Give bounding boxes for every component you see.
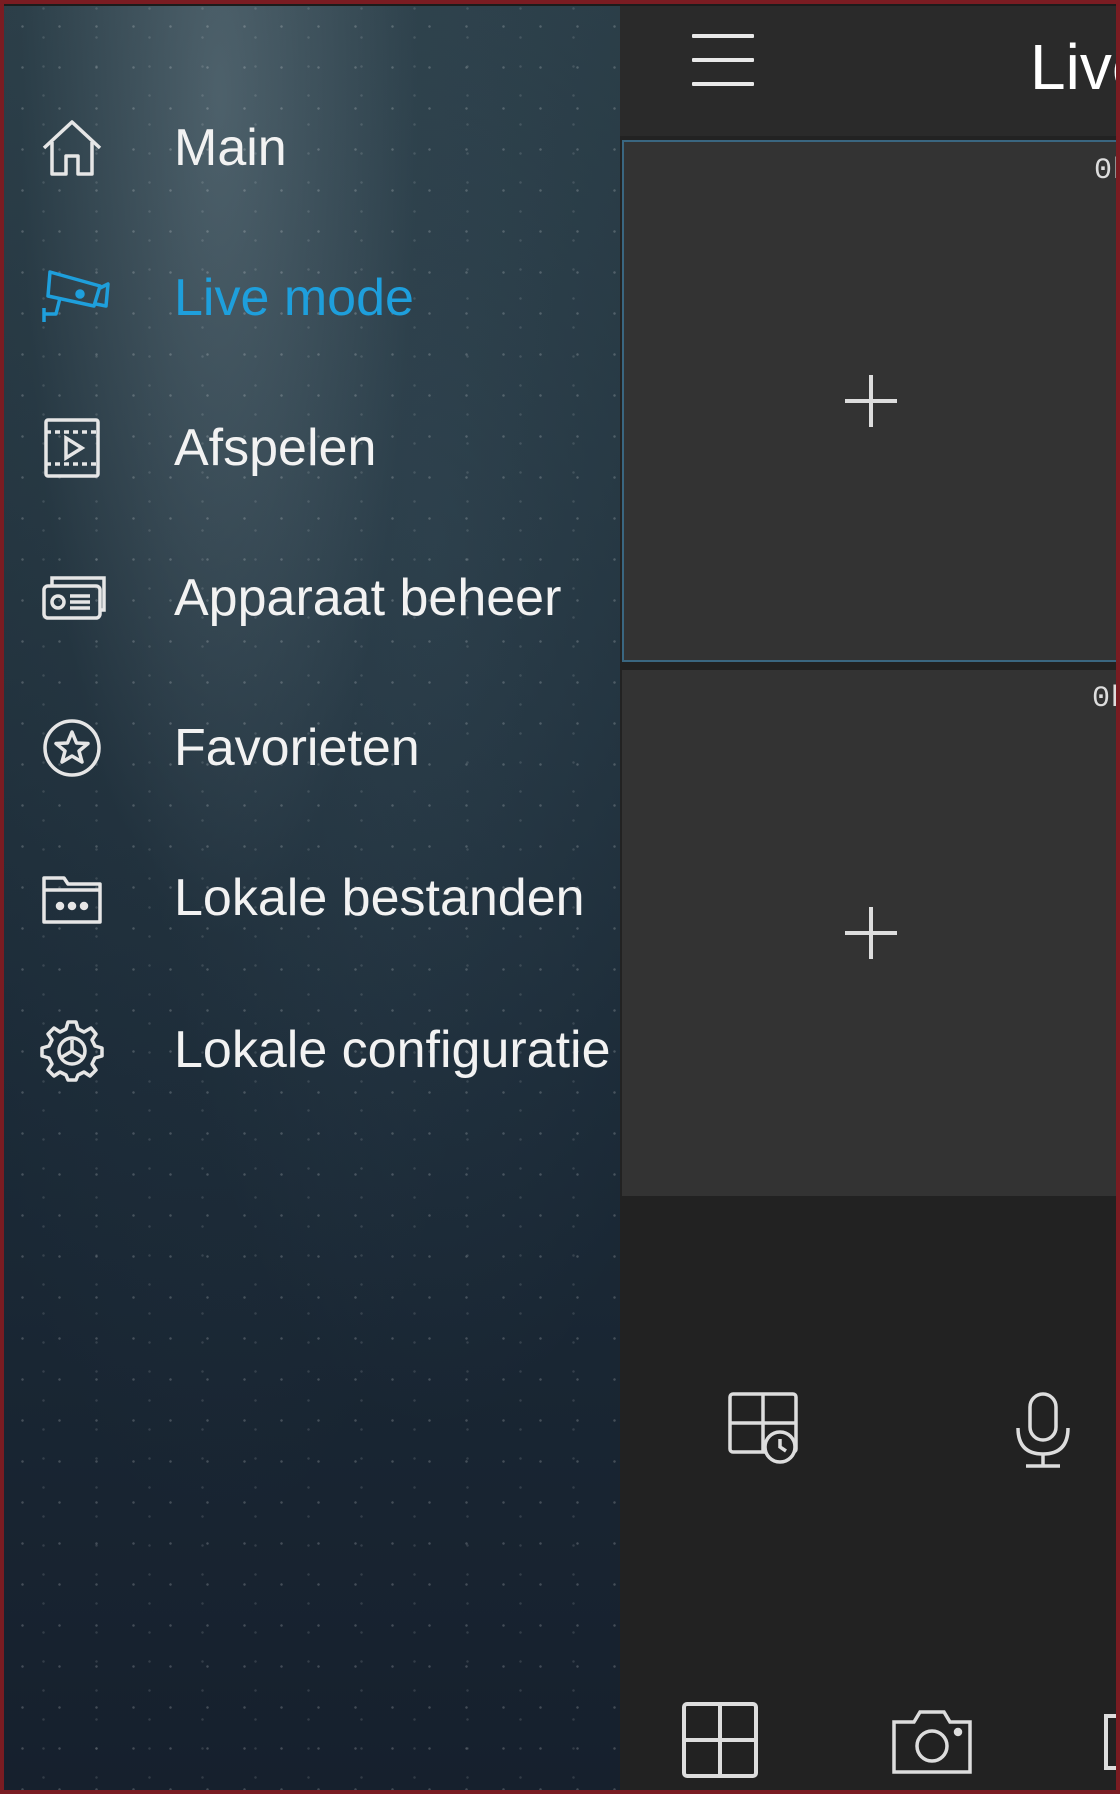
device-icon	[40, 566, 106, 630]
menu-item-favorieten[interactable]: Favorieten	[4, 688, 620, 808]
menu-item-apparaat-beheer[interactable]: Apparaat beheer	[4, 538, 620, 658]
snapshot-camera-icon[interactable]	[890, 1706, 974, 1776]
camera-icon	[40, 266, 110, 330]
menu-item-live-mode[interactable]: Live mode	[4, 238, 620, 358]
add-camera-icon[interactable]	[845, 375, 897, 427]
schedule-grid-icon[interactable]	[726, 1390, 802, 1466]
menu-item-lokale-bestanden[interactable]: Lokale bestanden	[4, 838, 620, 958]
star-icon	[40, 716, 104, 780]
menu-line	[692, 82, 754, 86]
live-header: Live	[620, 6, 1120, 136]
bitrate-label: 0k	[1094, 154, 1120, 188]
navigation-drawer: Main Live mode Afspelen Apparaat beheer …	[4, 6, 620, 1794]
menu-line	[692, 34, 754, 38]
menu-item-label: Favorieten	[174, 719, 420, 777]
hamburger-menu-button[interactable]	[692, 34, 754, 86]
gear-icon	[40, 1018, 104, 1082]
record-icon[interactable]	[1102, 1712, 1120, 1772]
folder-icon	[40, 866, 104, 930]
home-icon	[40, 116, 104, 180]
menu-item-main[interactable]: Main	[4, 88, 620, 208]
video-pane-1[interactable]: 0k	[622, 140, 1120, 662]
playback-icon	[40, 416, 104, 480]
menu-item-lokale-configuratie[interactable]: Lokale configuratie	[4, 980, 620, 1120]
grid-layout-icon[interactable]	[680, 1700, 760, 1780]
menu-item-label: Main	[174, 119, 287, 177]
menu-item-afspelen[interactable]: Afspelen	[4, 388, 620, 508]
page-title: Live	[1030, 31, 1120, 103]
bitrate-label: 0k	[1092, 682, 1120, 716]
menu-item-label: Live mode	[174, 269, 414, 327]
menu-item-label: Lokale configuratie	[174, 1021, 611, 1079]
menu-item-label: Afspelen	[174, 419, 377, 477]
video-pane-2[interactable]: 0k	[622, 670, 1120, 1196]
menu-item-label: Apparaat beheer	[174, 569, 562, 627]
add-camera-icon[interactable]	[845, 907, 897, 959]
microphone-icon[interactable]	[1008, 1390, 1078, 1470]
live-view: Live 0k 0k	[620, 6, 1120, 1794]
menu-line	[692, 58, 754, 62]
menu-item-label: Lokale bestanden	[174, 869, 585, 927]
